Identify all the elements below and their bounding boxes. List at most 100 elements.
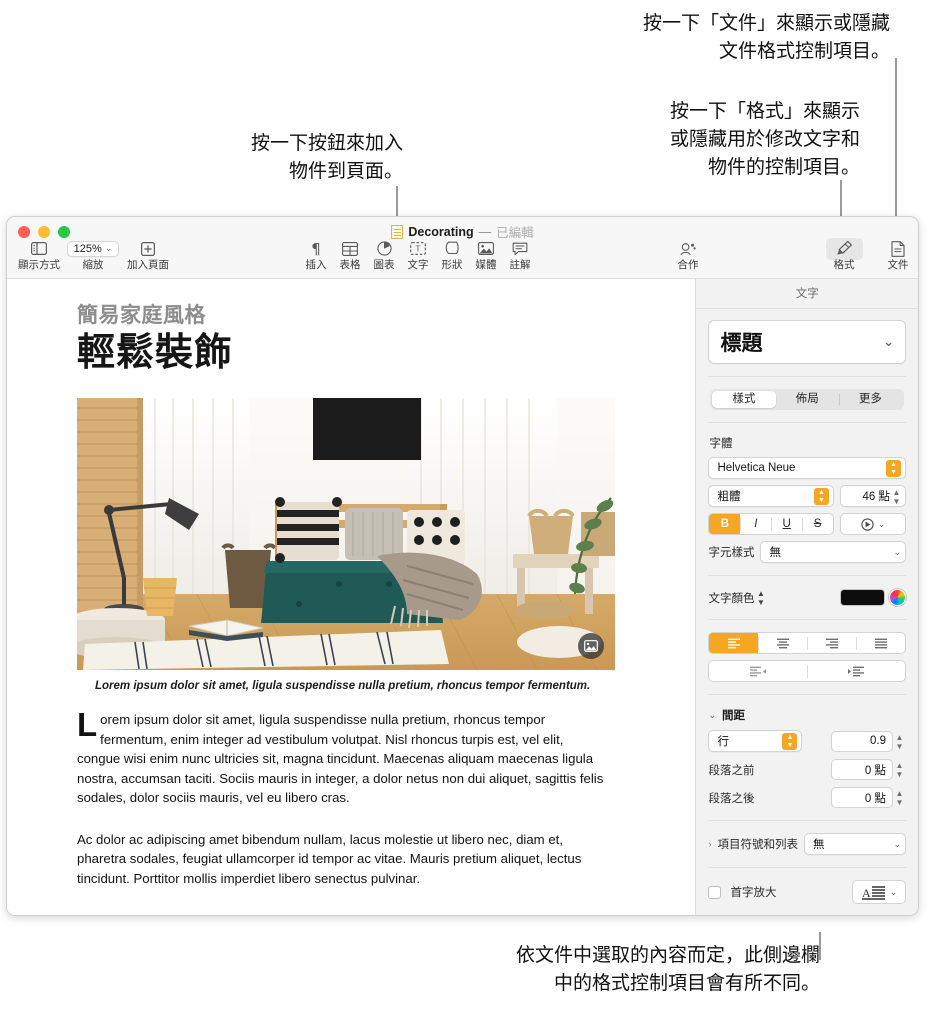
text-alignment-buttons[interactable] bbox=[708, 632, 906, 654]
strikethrough-button[interactable]: S bbox=[802, 514, 833, 534]
document-image[interactable] bbox=[77, 398, 615, 670]
text-effects-button[interactable]: ⌄ bbox=[840, 513, 906, 535]
toolbar-document-button[interactable]: 文件 bbox=[870, 239, 918, 272]
spacing-section-header[interactable]: ⌄ 間距 bbox=[708, 707, 906, 723]
toolbar: Decorating — 已編輯 顯示方式 125% ⌄ 縮放 加入頁面 ¶ 插… bbox=[7, 217, 918, 279]
toolbar-format-button[interactable]: 格式 bbox=[816, 237, 872, 272]
document-eyebrow[interactable]: 簡易家庭風格 bbox=[77, 299, 625, 329]
text-style-buttons[interactable]: B I U S bbox=[708, 513, 834, 535]
document-paragraph-2[interactable]: Ac dolor ac adipiscing amet bibendum nul… bbox=[77, 830, 607, 889]
callout-line-sidebar bbox=[819, 932, 821, 960]
chevron-right-icon[interactable]: › bbox=[708, 839, 711, 849]
callout-bottom: 依文件中選取的內容而定，此側邊欄 中的格式控制項目會有所不同。 bbox=[515, 945, 820, 994]
paragraph-style-value: 標題 bbox=[720, 332, 763, 355]
toolbar-add-page-button[interactable]: 加入頁面 bbox=[120, 239, 176, 272]
font-weight-select[interactable]: 粗體 ▲ ▼ bbox=[708, 485, 834, 507]
tab-layout[interactable]: 佈局 bbox=[776, 391, 839, 408]
toolbar-comment-button[interactable]: 註解 bbox=[492, 239, 548, 272]
space-before-field[interactable]: 0 點 bbox=[831, 759, 893, 780]
divider bbox=[708, 694, 906, 695]
dropcap-checkbox[interactable] bbox=[708, 885, 722, 899]
underline-button[interactable]: U bbox=[771, 514, 802, 534]
align-right-button[interactable] bbox=[807, 633, 856, 653]
text-effects-icon bbox=[861, 517, 874, 531]
line-spacing-value-field[interactable]: 0.9 bbox=[831, 730, 893, 752]
chevron-down-icon: ⌄ bbox=[877, 518, 886, 529]
divider bbox=[708, 376, 906, 377]
italic-button[interactable]: I bbox=[740, 514, 771, 534]
dropcap-style-button[interactable]: A ⌄ bbox=[852, 880, 906, 904]
document-paragraph-1[interactable]: Lorem ipsum dolor sit amet, ligula suspe… bbox=[77, 706, 607, 808]
callout-line-document bbox=[895, 58, 897, 236]
bold-button[interactable]: B bbox=[709, 514, 741, 534]
align-left-button[interactable] bbox=[709, 633, 759, 653]
indent-buttons[interactable] bbox=[708, 660, 906, 682]
stepper-icon[interactable]: ▲ ▼ bbox=[782, 732, 798, 750]
font-size-field[interactable]: 46 點 ▲ ▼ bbox=[840, 485, 906, 507]
add-page-icon bbox=[120, 239, 176, 258]
divider bbox=[708, 619, 906, 620]
stepper-icon[interactable]: ▲ ▼ bbox=[886, 459, 901, 477]
document-name[interactable]: Decorating bbox=[408, 225, 473, 239]
char-style-value: 無 bbox=[769, 547, 781, 559]
space-before-row: 段落之前 0 點 ▲ ▼ bbox=[708, 759, 906, 780]
toolbar-zoom-button[interactable]: 125% ⌄ 縮放 bbox=[65, 239, 121, 272]
text-color-stepper-icon[interactable]: ▲ ▼ bbox=[754, 588, 767, 607]
stepper-icon[interactable]: ▲ ▼ bbox=[814, 487, 829, 505]
indent-button[interactable] bbox=[807, 661, 905, 681]
paragraph-style-select[interactable]: 標題 ⌄ bbox=[708, 320, 906, 364]
space-after-field[interactable]: 0 點 bbox=[831, 787, 893, 808]
sidebar-view-icon bbox=[11, 239, 67, 258]
document-icon bbox=[870, 239, 918, 258]
svg-text:T: T bbox=[415, 244, 420, 254]
chevron-down-icon: ⌄ bbox=[893, 546, 901, 557]
title-dash: — bbox=[478, 224, 492, 239]
image-placeholder-badge[interactable] bbox=[578, 633, 604, 659]
text-color-swatch[interactable] bbox=[840, 589, 885, 606]
comment-icon bbox=[492, 239, 548, 258]
char-style-label: 字元樣式 bbox=[708, 547, 755, 559]
align-justify-button[interactable] bbox=[856, 633, 905, 653]
font-family-select[interactable]: Helvetica Neue ▲ ▼ bbox=[708, 457, 906, 479]
align-justify-icon bbox=[874, 638, 887, 648]
outdent-icon bbox=[750, 666, 767, 676]
chevron-down-icon: ⌄ bbox=[708, 709, 716, 720]
zoom-level-pill[interactable]: 125% ⌄ bbox=[66, 240, 120, 257]
divider bbox=[708, 422, 906, 423]
format-sidebar: 文字 標題 ⌄ 樣式 佈局 更多 字體 Helvetica Neue ▲ ▼ 粗… bbox=[695, 279, 918, 915]
stepper-icon[interactable]: ▲ ▼ bbox=[893, 760, 906, 779]
color-wheel-icon[interactable] bbox=[889, 589, 906, 606]
toolbar-view-button[interactable]: 顯示方式 bbox=[11, 239, 67, 272]
char-style-select[interactable]: 無 ⌄ bbox=[760, 541, 906, 563]
drop-cap: L bbox=[77, 706, 98, 743]
document-headline[interactable]: 輕鬆裝飾 bbox=[77, 330, 625, 376]
document-canvas[interactable]: 簡易家庭風格 輕鬆裝飾 Lorem ipsum dolor sit amet, … bbox=[7, 279, 696, 915]
toolbar-collaborate-label: 合作 bbox=[677, 259, 699, 271]
stepper-icon[interactable]: ▲ ▼ bbox=[893, 732, 906, 751]
space-after-label: 段落之後 bbox=[708, 792, 755, 805]
text-color-label: 文字顏色 bbox=[708, 592, 755, 605]
outdent-button[interactable] bbox=[709, 661, 807, 681]
align-center-button[interactable] bbox=[758, 633, 807, 653]
line-spacing-mode-select[interactable]: 行 ▲ ▼ bbox=[708, 730, 803, 752]
divider bbox=[708, 820, 906, 821]
tab-style[interactable]: 樣式 bbox=[712, 391, 776, 408]
sidebar-tabs[interactable]: 樣式 佈局 更多 bbox=[710, 389, 904, 410]
chevron-down-icon: ⌄ bbox=[883, 334, 894, 349]
align-center-icon bbox=[776, 638, 789, 648]
space-after-value: 0 點 bbox=[864, 792, 886, 805]
toolbar-document-label: 文件 bbox=[887, 259, 909, 271]
bullets-select[interactable]: 無 ⌄ bbox=[803, 833, 906, 855]
document-page[interactable]: 簡易家庭風格 輕鬆裝飾 Lorem ipsum dolor sit amet, … bbox=[7, 299, 695, 888]
tab-more[interactable]: 更多 bbox=[838, 391, 902, 408]
stepper-icon[interactable]: ▲ ▼ bbox=[893, 788, 906, 807]
image-caption[interactable]: Lorem ipsum dolor sit amet, ligula suspe… bbox=[95, 680, 625, 692]
font-section-label: 字體 bbox=[709, 438, 733, 450]
align-left-icon bbox=[727, 638, 740, 648]
toolbar-format-label: 格式 bbox=[833, 259, 855, 271]
stepper-icon[interactable]: ▲ ▼ bbox=[890, 487, 903, 506]
font-size-value: 46 點 bbox=[862, 491, 891, 503]
svg-text:¶: ¶ bbox=[311, 241, 321, 256]
space-before-value: 0 點 bbox=[864, 764, 886, 777]
toolbar-collaborate-button[interactable]: 合作 bbox=[660, 239, 716, 272]
